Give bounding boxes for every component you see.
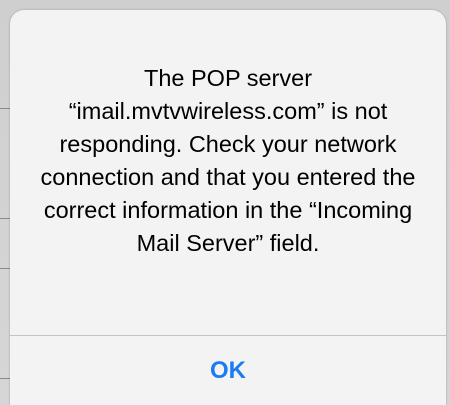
alert-message: The POP server “imail.mvtvwireless.com” … xyxy=(40,65,416,256)
alert-dialog: The POP server “imail.mvtvwireless.com” … xyxy=(10,10,446,405)
ok-button[interactable]: OK xyxy=(10,336,446,405)
